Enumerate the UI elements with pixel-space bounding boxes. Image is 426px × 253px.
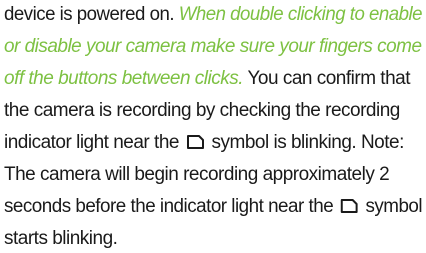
card-slot-icon (186, 133, 205, 149)
text-line-5: indicator light near the symbol is blink… (4, 131, 404, 155)
text-plain: The camera will begin recording approxim… (4, 164, 390, 185)
text-line-7: seconds before the indicator light near … (4, 195, 423, 219)
text-plain: device is powered on. (4, 4, 179, 25)
text-line-6: The camera will begin recording approxim… (4, 163, 390, 187)
text-plain: indicator light near the (4, 132, 179, 153)
text-emphasis: or disable your camera make sure your fi… (4, 36, 422, 57)
text-line-2: or disable your camera make sure your fi… (4, 35, 422, 59)
text-line-4: the camera is recording by checking the … (4, 99, 400, 123)
text-plain: symbol (365, 196, 423, 217)
text-line-8: starts blinking. (4, 227, 118, 251)
card-slot-icon (340, 197, 359, 213)
text-emphasis: When double clicking to enable (178, 4, 423, 25)
text-plain: You can confirm that (243, 68, 410, 89)
text-plain: the camera is recording by checking the … (4, 100, 400, 121)
text-line-3: off the buttons between clicks. You can … (4, 67, 410, 91)
text-plain: starts blinking. (4, 228, 118, 249)
text-plain: symbol is blinking. Note: (211, 132, 405, 153)
text-plain: seconds before the indicator light near … (4, 196, 334, 217)
text-emphasis: off the buttons between clicks. (4, 68, 244, 89)
text-line-1: device is powered on. When double clicki… (4, 3, 423, 27)
